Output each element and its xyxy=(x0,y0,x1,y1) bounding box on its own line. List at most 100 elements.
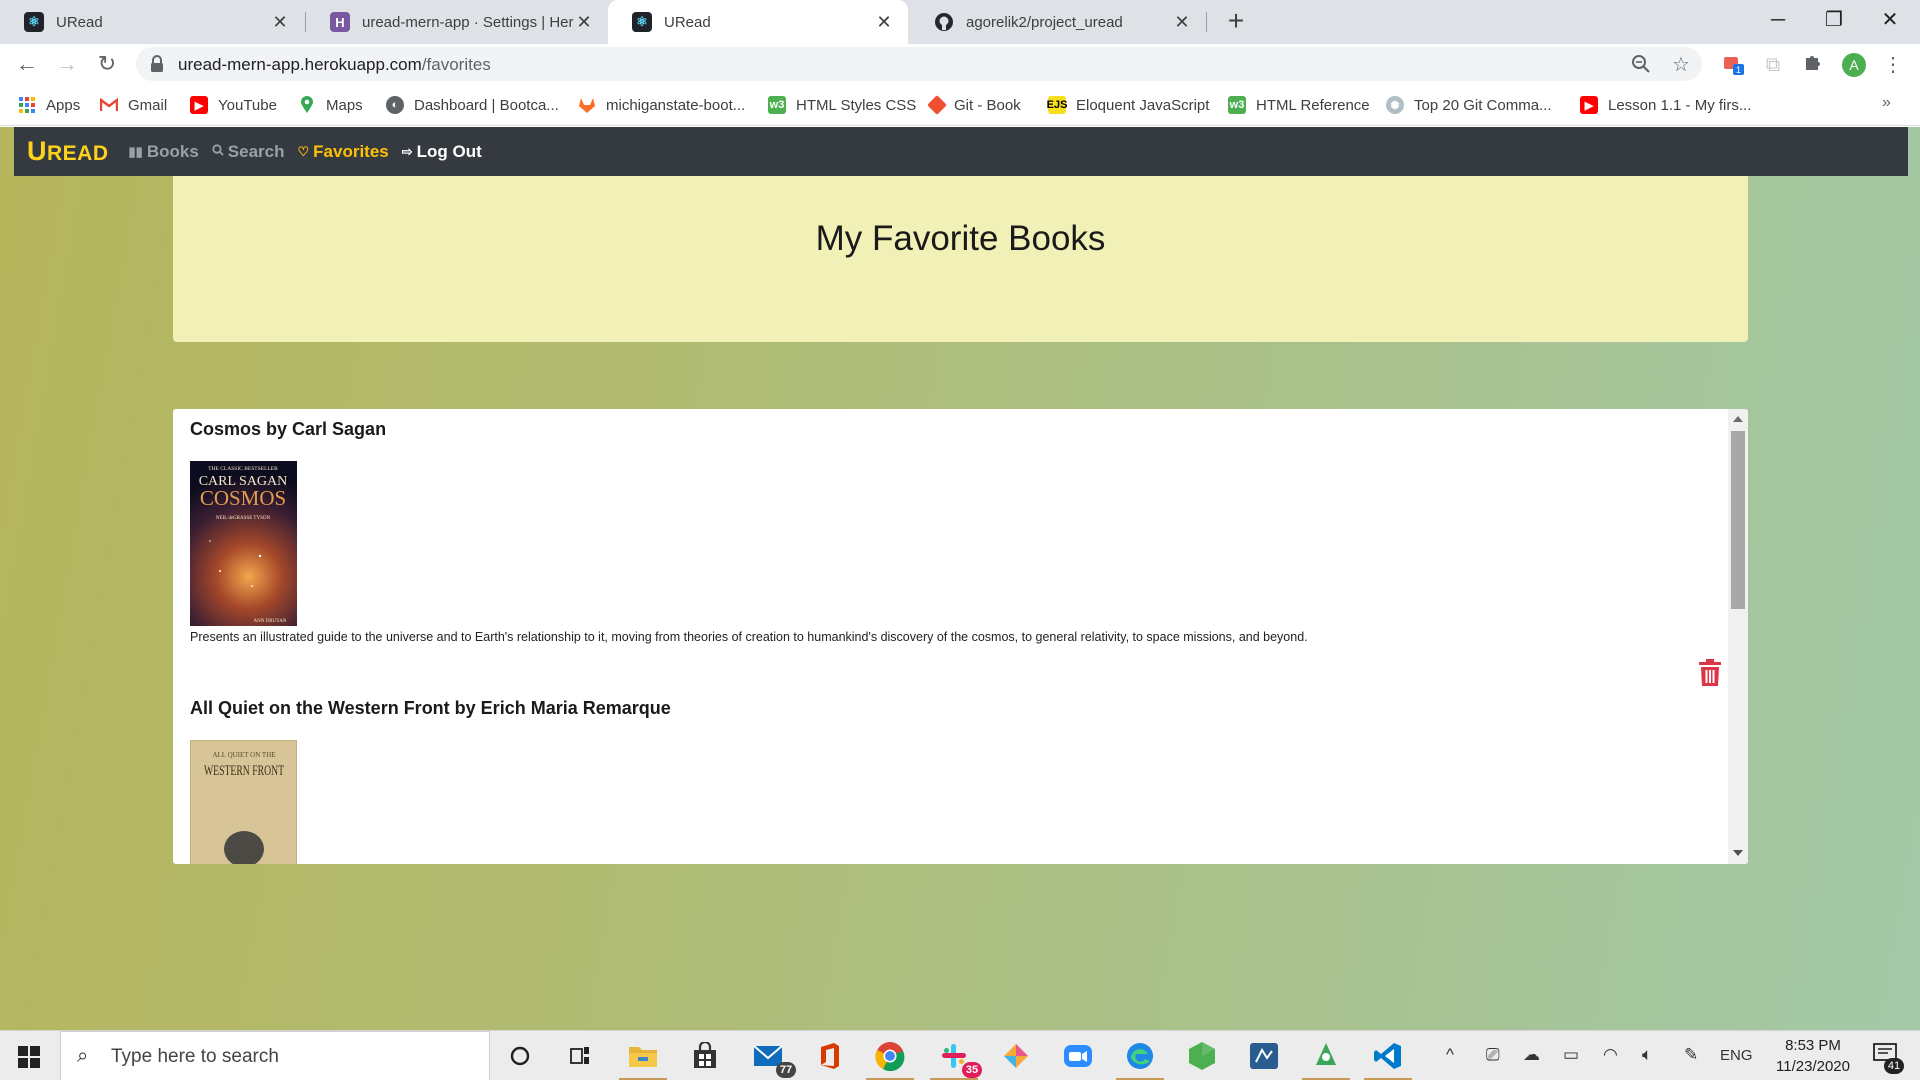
bookmarks-overflow-button[interactable]: » xyxy=(1882,94,1891,112)
battery-icon[interactable]: ▭ xyxy=(1563,1045,1579,1065)
bookmark-eloquent-js[interactable]: EJS Eloquent JavaScript xyxy=(1047,94,1209,116)
gitlab-icon xyxy=(578,96,596,114)
nav-books[interactable]: ▮▮ Books xyxy=(129,142,199,162)
slack-icon[interactable]: 35 xyxy=(930,1038,982,1080)
nav-favorites[interactable]: ♡ Favorites xyxy=(298,142,389,162)
bookmark-maps[interactable]: Maps xyxy=(298,94,363,116)
bookmark-gmail[interactable]: Gmail xyxy=(100,94,167,116)
puzzle-extensions-icon[interactable] xyxy=(1800,52,1826,78)
file-explorer-icon[interactable] xyxy=(619,1038,667,1080)
office-icon[interactable] xyxy=(812,1038,848,1074)
nav-search[interactable]: Search xyxy=(212,142,285,162)
task-view-icon[interactable] xyxy=(562,1038,598,1074)
extension-icon[interactable]: 1 xyxy=(1720,52,1746,78)
pen-icon[interactable]: ✎ xyxy=(1684,1045,1698,1065)
close-icon[interactable]: ✕ xyxy=(270,12,290,33)
gitkraken-icon[interactable] xyxy=(998,1038,1034,1074)
edge-icon[interactable] xyxy=(1116,1038,1164,1080)
bookmark-top-git[interactable]: ✺ Top 20 Git Comma... xyxy=(1386,94,1552,116)
favorites-list-panel[interactable]: Cosmos by Carl Sagan THE CLASSIC BESTSEL… xyxy=(173,409,1748,864)
clock-date: 11/23/2020 xyxy=(1776,1058,1850,1075)
cover-subtitle: NEIL deGRASSE TYSON xyxy=(216,516,271,521)
bookmark-gitlab[interactable]: michiganstate-boot... xyxy=(578,94,745,116)
forward-arrow-icon[interactable]: → xyxy=(51,48,83,80)
book-title: All Quiet on the Western Front by Erich … xyxy=(190,698,671,718)
page-title: My Favorite Books xyxy=(815,219,1106,258)
scroll-up-arrow[interactable] xyxy=(1733,416,1743,422)
chrome-icon[interactable] xyxy=(866,1038,914,1080)
zoom-icon[interactable] xyxy=(1060,1038,1096,1074)
heroku-icon: H xyxy=(330,12,350,32)
bookmark-lesson[interactable]: ▶ Lesson 1.1 - My firs... xyxy=(1580,94,1751,116)
trash-icon[interactable] xyxy=(1698,659,1722,687)
cover-tagline: ALL QUIET ON THE xyxy=(212,751,275,759)
extension-badge: 1 xyxy=(1736,65,1741,75)
bookmark-label: Gmail xyxy=(128,96,168,114)
tab-uread-active[interactable]: ⚛ URead ✕ xyxy=(608,0,908,44)
profile-avatar[interactable]: A xyxy=(1842,53,1866,77)
tray-chevron-icon[interactable]: ^ xyxy=(1446,1045,1454,1065)
mysql-workbench-icon[interactable] xyxy=(1246,1038,1282,1074)
onedrive-icon[interactable]: ☁ xyxy=(1523,1045,1540,1065)
taskbar-search-placeholder: Type here to search xyxy=(111,1046,279,1067)
bookmark-html-reference[interactable]: w3 HTML Reference xyxy=(1228,94,1370,116)
wifi-icon[interactable]: ◠ xyxy=(1603,1045,1618,1065)
windows-start-icon[interactable] xyxy=(18,1046,40,1068)
url-host: uread-mern-app.herokuapp.com xyxy=(178,55,422,74)
restore-icon[interactable]: ❐ xyxy=(1806,0,1862,40)
store-icon[interactable] xyxy=(687,1038,723,1074)
volume-icon[interactable]: 🔈︎ xyxy=(1642,1045,1652,1065)
bookmark-dashboard[interactable]: ◐ Dashboard | Bootca... xyxy=(386,94,559,116)
bookmark-label: Apps xyxy=(46,96,81,114)
close-icon[interactable]: ✕ xyxy=(1172,12,1192,33)
bookmark-label: michiganstate-boot... xyxy=(606,96,746,114)
book-title: Cosmos by Carl Sagan xyxy=(190,419,387,439)
mail-icon[interactable]: 77 xyxy=(750,1038,796,1078)
taskbar-search-box[interactable]: ⌕ Type here to search xyxy=(60,1031,490,1080)
reload-icon[interactable]: ↻ xyxy=(91,48,123,80)
notifications-icon[interactable]: 41 xyxy=(1872,1041,1904,1074)
nav-logout[interactable]: ⇨ Log Out xyxy=(402,142,482,162)
tab-title: URead xyxy=(664,13,711,31)
robo3t-icon[interactable] xyxy=(1302,1038,1350,1080)
kebab-menu-icon[interactable]: ⋮ xyxy=(1880,52,1906,78)
new-tab-button[interactable]: + xyxy=(1220,6,1252,38)
tab-uread-1[interactable]: ⚛ URead ✕ xyxy=(0,0,304,44)
star-bookmark-icon[interactable]: ☆ xyxy=(1670,54,1692,76)
window-close-icon[interactable]: ✕ xyxy=(1862,0,1918,40)
address-bar[interactable]: uread-mern-app.herokuapp.com/favorites ☆ xyxy=(136,47,1702,81)
bookmark-git-book[interactable]: Git - Book xyxy=(927,94,1021,116)
meet-now-icon[interactable]: ⎚ xyxy=(1486,1045,1500,1065)
language-indicator[interactable]: ENG xyxy=(1720,1047,1753,1064)
cortana-icon[interactable] xyxy=(502,1038,538,1074)
copy-extension-icon[interactable]: ⧉ xyxy=(1760,52,1786,78)
tab-github-project[interactable]: agorelik2/project_uread ✕ xyxy=(910,0,1206,44)
minimize-icon[interactable]: ─ xyxy=(1750,0,1806,40)
clock-time: 8:53 PM xyxy=(1785,1037,1841,1054)
bookmark-youtube[interactable]: ▶ YouTube xyxy=(190,94,277,116)
cover-art: ALL QUIET ON THE WESTERN FRONT xyxy=(204,751,284,864)
close-icon[interactable]: ✕ xyxy=(574,12,594,33)
system-clock[interactable]: 8:53 PM 11/23/2020 xyxy=(1758,1035,1868,1077)
scrollbar-thumb[interactable] xyxy=(1731,431,1745,609)
scroll-down-arrow[interactable] xyxy=(1733,850,1743,856)
tab-heroku-settings[interactable]: H uread-mern-app · Settings | Hero ✕ xyxy=(306,0,608,44)
nav-label: Books xyxy=(146,141,199,161)
tab-title: uread-mern-app · Settings | Hero xyxy=(362,13,574,31)
brand-initial: U xyxy=(27,136,47,166)
bookmark-label: Maps xyxy=(326,96,363,114)
gmail-icon xyxy=(100,96,118,114)
globe-icon: ◐ xyxy=(386,96,404,114)
brand-logo[interactable]: UREAD xyxy=(27,136,109,167)
scrollbar[interactable] xyxy=(1728,409,1748,864)
cover-footer: ANN DRUYAN xyxy=(254,619,287,624)
bookmark-label: Top 20 Git Comma... xyxy=(1414,96,1552,114)
back-arrow-icon[interactable]: ← xyxy=(11,48,43,80)
node-icon[interactable] xyxy=(1184,1038,1220,1074)
close-icon[interactable]: ✕ xyxy=(874,12,894,33)
vscode-icon[interactable] xyxy=(1364,1038,1412,1080)
zoom-icon[interactable] xyxy=(1630,54,1652,76)
bookmark-html-styles[interactable]: w3 HTML Styles CSS xyxy=(768,94,916,116)
bookmark-apps[interactable]: Apps xyxy=(18,94,80,116)
tab-divider xyxy=(1206,12,1207,32)
